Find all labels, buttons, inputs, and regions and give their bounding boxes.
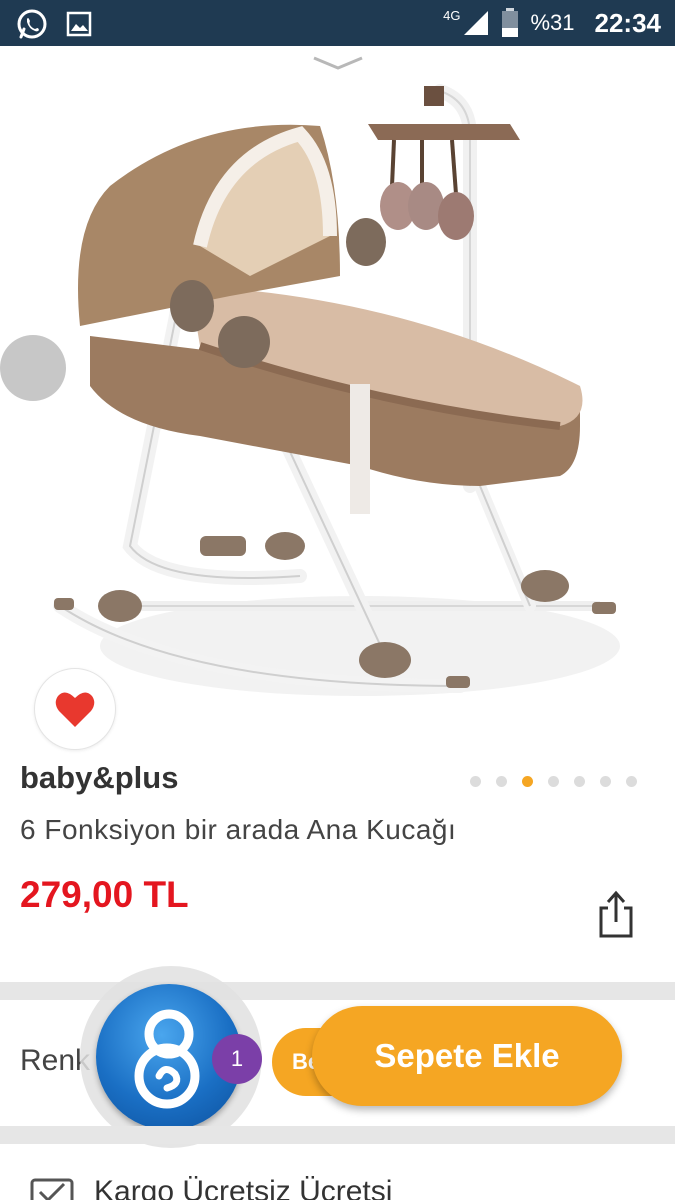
signal-icon [464, 11, 489, 35]
pagination-dot[interactable] [574, 776, 585, 787]
add-to-cart-button[interactable]: Sepete Ekle [312, 1006, 622, 1106]
gallery-prev-button[interactable] [0, 335, 66, 401]
section-divider [0, 1126, 675, 1144]
product-title: 6 Fonksiyon bir arada Ana Kucağı [20, 814, 457, 845]
clock: 22:34 [594, 7, 662, 38]
system-indicators: 4G %31 22:34 [443, 6, 661, 40]
shipping-info[interactable]: Kargo Ücretsiz Ücretsi [30, 1172, 392, 1200]
battery-icon [502, 8, 519, 37]
screen: 4G %31 22:34 baby&plus 6 Fonksiyon bir a… [0, 0, 675, 1200]
chat-logo-icon [134, 1009, 200, 1109]
battery-percent: %31 [530, 10, 575, 35]
cargo-icon [30, 1178, 74, 1200]
notification-badge: 1 [212, 1034, 262, 1084]
share-button[interactable] [598, 890, 634, 943]
image-pagination [470, 776, 637, 787]
pagination-dot[interactable] [626, 776, 637, 787]
share-icon [599, 890, 633, 938]
network-type: 4G [443, 7, 461, 23]
pagination-dot[interactable] [496, 776, 507, 787]
pagination-dot[interactable] [470, 776, 481, 787]
shipping-label: Kargo Ücretsiz Ücretsi [94, 1175, 393, 1200]
pagination-dot[interactable] [548, 776, 559, 787]
whatsapp-icon [17, 9, 47, 39]
heart-icon [55, 692, 95, 727]
product-image-gallery[interactable] [0, 46, 675, 750]
pagination-dot-active[interactable] [522, 776, 533, 787]
product-image [53, 84, 620, 696]
brand-name[interactable]: baby&plus [20, 760, 178, 796]
product-price: 279,00 TL [20, 874, 189, 915]
pagination-dot[interactable] [600, 776, 611, 787]
add-to-cart-label: Sepete Ekle [374, 1037, 560, 1074]
notification-icons [16, 8, 92, 40]
gallery-icon [66, 11, 92, 37]
favorite-button[interactable] [34, 668, 116, 750]
status-bar: 4G %31 22:34 [0, 0, 675, 46]
